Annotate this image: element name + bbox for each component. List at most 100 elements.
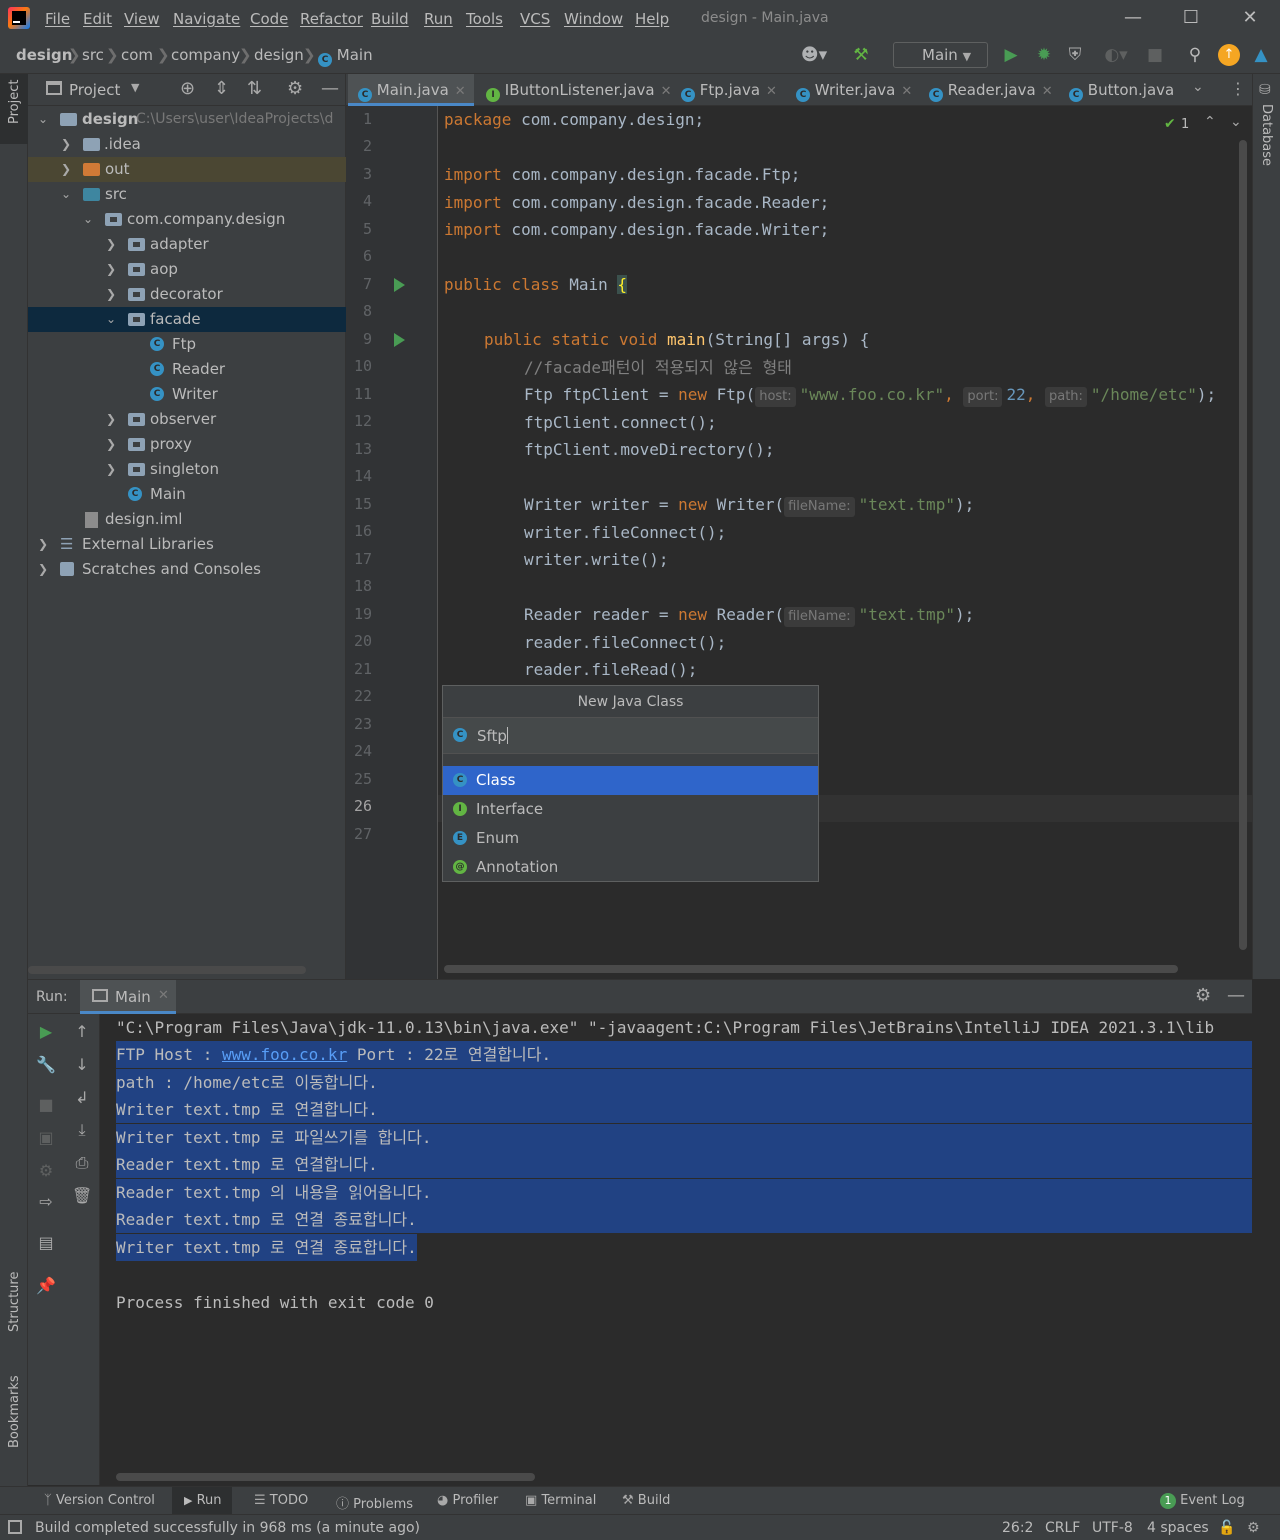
expand-all-icon[interactable]: ⇕ — [214, 78, 229, 99]
horizontal-scrollbar[interactable] — [444, 965, 1178, 973]
tree-item-facade[interactable]: ⌄ facade — [28, 307, 346, 332]
kind-option-annotation[interactable]: @ Annotation — [443, 853, 818, 882]
tree-item-design-iml[interactable]: design.iml — [28, 507, 346, 532]
inspection-ok-icon[interactable]: ✔ — [1164, 116, 1176, 132]
down-arrow-icon[interactable]: ↓ — [72, 1055, 92, 1075]
login-icon[interactable]: ⇨ — [36, 1192, 56, 1212]
breadcrumb-com[interactable]: com — [121, 46, 153, 64]
structure-tool-label[interactable]: Structure — [7, 1272, 22, 1332]
database-tool-label[interactable]: Database — [1259, 104, 1274, 166]
file-encoding[interactable]: UTF-8 — [1092, 1520, 1133, 1536]
hide-icon[interactable]: — — [1227, 985, 1245, 1006]
tab-terminal[interactable]: ▣ Terminal — [525, 1493, 596, 1508]
menu-build[interactable]: Build — [371, 10, 409, 28]
project-view-select[interactable]: Project — [69, 81, 120, 99]
code-line-11[interactable]: Ftp ftpClient = new Ftp(host: "www.foo.co… — [524, 385, 1216, 407]
chevron-down-icon[interactable]: ⌄ — [1192, 79, 1204, 95]
code-line-5[interactable]: import com.company.design.facade.Writer; — [444, 220, 829, 240]
tab-run[interactable]: ▶ Run — [172, 1487, 232, 1515]
tree-item-external-libraries[interactable]: ❯ ☰ External Libraries — [28, 532, 346, 557]
build-hammer-icon[interactable]: ⚒ — [850, 44, 872, 66]
tab-reader-java[interactable]: C Reader.java ✕ — [927, 74, 1053, 106]
run-gutter-icon[interactable] — [394, 278, 405, 292]
console-line-selected[interactable]: Writer text.tmp 로 파일쓰기를 합니다. — [116, 1124, 1252, 1151]
update-icon[interactable]: ↑ — [1218, 44, 1240, 66]
tab-writer-java[interactable]: C Writer.java ✕ — [794, 74, 912, 106]
toggle-tool-windows-icon[interactable] — [8, 1520, 22, 1534]
project-tool-label[interactable]: Project — [7, 80, 22, 124]
trash-icon[interactable]: 🗑 — [72, 1186, 92, 1206]
console-line-selected[interactable]: FTP Host : www.foo.co.kr Port : 22로 연결합니… — [116, 1041, 1252, 1068]
breadcrumb-design[interactable]: design — [16, 46, 72, 64]
close-tab-icon[interactable]: ✕ — [1042, 84, 1053, 99]
run-config-select[interactable]: Main ▼ — [893, 42, 988, 68]
close-tab-icon[interactable]: ✕ — [455, 84, 466, 99]
tab-ftp-java[interactable]: C Ftp.java ✕ — [679, 74, 777, 106]
breadcrumb-src[interactable]: src — [82, 46, 104, 64]
collapse-all-icon[interactable]: ⇅ — [247, 78, 262, 99]
print-icon[interactable]: ⎙ — [72, 1153, 92, 1173]
tab-profiler[interactable]: ◕ Profiler — [437, 1493, 498, 1508]
run-icon[interactable]: ▶ — [1000, 44, 1022, 66]
camera-icon[interactable]: ▣ — [36, 1128, 56, 1148]
code-line-15[interactable]: Writer writer = new Writer(fileName: "tex… — [524, 495, 974, 517]
menu-file[interactable]: File — [45, 10, 70, 28]
tab-version-control[interactable]: ᛉ Version Control — [44, 1493, 155, 1508]
close-tab-icon[interactable]: ✕ — [901, 84, 912, 99]
tab-main-java[interactable]: C Main.java ✕ — [348, 74, 474, 106]
maximize-icon[interactable]: ☐ — [1178, 6, 1204, 30]
scroll-to-end-icon[interactable]: ⤓ — [72, 1120, 92, 1140]
rerun-icon[interactable]: ▶ — [36, 1022, 56, 1042]
code-line-17[interactable]: writer.write(); — [524, 550, 669, 570]
menu-view[interactable]: View — [124, 10, 160, 28]
coverage-icon[interactable]: ⛨ — [1064, 44, 1086, 66]
code-line-10[interactable]: //facade패턴이 적용되지 않은 형태 — [524, 358, 792, 378]
menu-window[interactable]: Window — [564, 10, 623, 28]
tree-item-decorator[interactable]: ❯ decorator — [28, 282, 346, 307]
tree-item-writer[interactable]: C Writer — [28, 382, 346, 407]
tab-todo[interactable]: ☰ TODO — [254, 1493, 308, 1508]
breadcrumb-main[interactable]: C Main — [318, 46, 373, 67]
previous-highlight-icon[interactable]: ⌃ — [1204, 114, 1216, 130]
tree-item-aop[interactable]: ❯ aop — [28, 257, 346, 282]
code-line-12[interactable]: ftpClient.connect(); — [524, 413, 717, 433]
code-line-16[interactable]: writer.fileConnect(); — [524, 523, 726, 543]
code-line-13[interactable]: ftpClient.moveDirectory(); — [524, 440, 774, 460]
kind-option-enum[interactable]: E Enum — [443, 824, 818, 853]
close-icon[interactable]: ✕ — [1237, 6, 1263, 30]
settings-icon[interactable]: ⚙ — [36, 1161, 56, 1181]
tree-item-src[interactable]: ⌄ src — [28, 182, 346, 207]
profile-icon[interactable]: ◐▾ — [1096, 44, 1136, 66]
tab-build[interactable]: ⚒ Build — [622, 1493, 670, 1508]
tree-root-design[interactable]: ⌄ design C:\Users\user\IdeaProjects\d — [28, 107, 346, 132]
indent-setting[interactable]: 4 spaces — [1147, 1520, 1209, 1536]
database-icon[interactable]: ⛁ — [1259, 82, 1271, 98]
run-tab-main[interactable]: Main ✕ — [80, 980, 176, 1014]
console-line-selected[interactable]: Reader text.tmp 로 연결합니다. — [116, 1151, 1252, 1178]
tab-problems[interactable]: ⓘ Problems — [336, 1493, 413, 1512]
close-tab-icon[interactable]: ✕ — [661, 84, 672, 99]
code-line-9[interactable]: public static void main(String[] args) { — [484, 330, 869, 350]
kind-option-class[interactable]: C Class — [443, 766, 818, 795]
line-separator[interactable]: CRLF — [1045, 1520, 1080, 1536]
debug-icon[interactable]: ✹ — [1033, 44, 1055, 66]
console-line-selected[interactable]: Writer text.tmp 로 연결합니다. — [116, 1096, 1252, 1123]
status-message[interactable]: Build completed successfully in 968 ms (… — [35, 1520, 420, 1536]
layout-icon[interactable]: ▤ — [36, 1233, 56, 1253]
pin-icon[interactable]: 📌 — [36, 1276, 56, 1296]
tree-item-main[interactable]: C Main — [28, 482, 346, 507]
user-icon[interactable]: ☻▾ — [796, 44, 832, 66]
bookmarks-tool-label[interactable]: Bookmarks — [7, 1375, 22, 1448]
class-name-input[interactable]: C Sftp — [443, 718, 818, 754]
code-line-1[interactable]: package com.company.design; — [444, 110, 704, 130]
menu-edit[interactable]: Edit — [83, 10, 112, 28]
locate-icon[interactable]: ⊕ — [180, 78, 195, 99]
console-line-selected[interactable]: path : /home/etc로 이동합니다. — [116, 1069, 1252, 1096]
tree-item-scratches[interactable]: ❯ Scratches and Consoles — [28, 557, 346, 582]
tree-item-reader[interactable]: C Reader — [28, 357, 346, 382]
close-tab-icon[interactable]: ✕ — [766, 84, 777, 99]
tree-item-idea[interactable]: ❯ .idea — [28, 132, 346, 157]
run-gutter-icon[interactable] — [394, 333, 405, 347]
menu-navigate[interactable]: Navigate — [173, 10, 240, 28]
hide-icon[interactable]: — — [321, 78, 339, 99]
